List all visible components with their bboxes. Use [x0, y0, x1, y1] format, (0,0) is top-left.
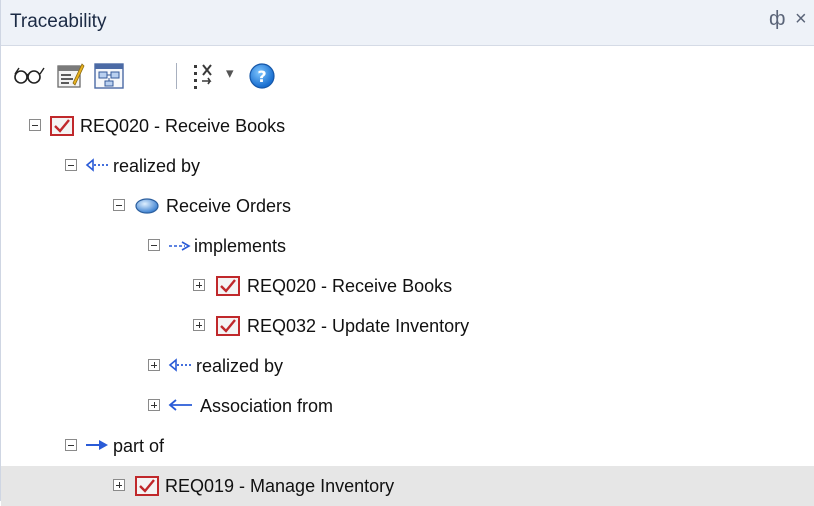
tree-node-label: REQ019 - Manage Inventory [165, 476, 395, 496]
collapse-icon[interactable] [65, 439, 77, 451]
glasses-icon[interactable] [13, 64, 47, 91]
expand-icon[interactable] [193, 279, 205, 291]
dropdown-arrow-icon[interactable]: ▾ [226, 64, 234, 82]
close-icon[interactable]: × [795, 8, 807, 31]
realization-arrow-icon [168, 358, 194, 377]
requirement-icon [216, 315, 240, 342]
tree-node-label: Receive Orders [166, 196, 292, 216]
tree-node-label: implements [194, 236, 287, 256]
toolbar-separator [176, 63, 177, 89]
title-bar: Traceability ф × [1, 0, 814, 46]
collapse-icon[interactable] [65, 159, 77, 171]
aggregation-arrow-icon [85, 438, 111, 457]
traceability-window: Traceability ф × ▾ ? REQ020 - Receive Bo… [0, 0, 814, 506]
requirement-icon [135, 475, 159, 502]
tree-node-req019[interactable]: REQ019 - Manage Inventory [1, 466, 814, 506]
help-icon[interactable]: ? [247, 61, 277, 96]
expand-icon[interactable] [113, 479, 125, 491]
tree-node-implements[interactable]: implements [1, 226, 814, 266]
expand-icon[interactable] [148, 359, 160, 371]
requirement-icon [216, 275, 240, 302]
properties-icon[interactable] [55, 61, 85, 96]
tree-node-realized-by-2[interactable]: realized by [1, 346, 814, 386]
diagram-icon[interactable] [93, 61, 127, 96]
collapse-icon[interactable] [29, 119, 41, 131]
expand-icon[interactable] [148, 399, 160, 411]
pin-icon[interactable]: ф [769, 8, 785, 31]
tree-node-req020-child[interactable]: REQ020 - Receive Books [1, 266, 814, 306]
expand-icon[interactable] [193, 319, 205, 331]
use-case-icon [134, 198, 160, 219]
tree-node-label: realized by [113, 156, 201, 176]
tree-node-req020-root[interactable]: REQ020 - Receive Books [1, 106, 814, 146]
toolbar: ▾ ? [1, 46, 814, 106]
tree-node-label: REQ032 - Update Inventory [247, 316, 470, 336]
dependency-arrow-icon [168, 239, 192, 257]
requirement-icon [50, 115, 74, 142]
tree-node-label: part of [113, 436, 165, 456]
tree-node-label: REQ020 - Receive Books [247, 276, 453, 296]
tree-node-label: REQ020 - Receive Books [80, 116, 286, 136]
collapse-icon[interactable] [148, 239, 160, 251]
tree-node-realized-by[interactable]: realized by [1, 146, 814, 186]
tree-node-req032[interactable]: REQ032 - Update Inventory [1, 306, 814, 346]
tree-node-label: Association from [200, 396, 334, 416]
realization-arrow-icon [85, 158, 111, 177]
svg-text:?: ? [257, 67, 266, 86]
tree-node-receive-orders[interactable]: Receive Orders [1, 186, 814, 226]
collapse-icon[interactable] [113, 199, 125, 211]
window-title: Traceability [10, 11, 107, 32]
filter-options-icon[interactable] [191, 61, 219, 96]
tree-node-part-of[interactable]: part of [1, 426, 814, 466]
tree-node-association-from[interactable]: Association from [1, 386, 814, 426]
tree-node-label: realized by [196, 356, 284, 376]
association-arrow-icon [168, 398, 194, 417]
